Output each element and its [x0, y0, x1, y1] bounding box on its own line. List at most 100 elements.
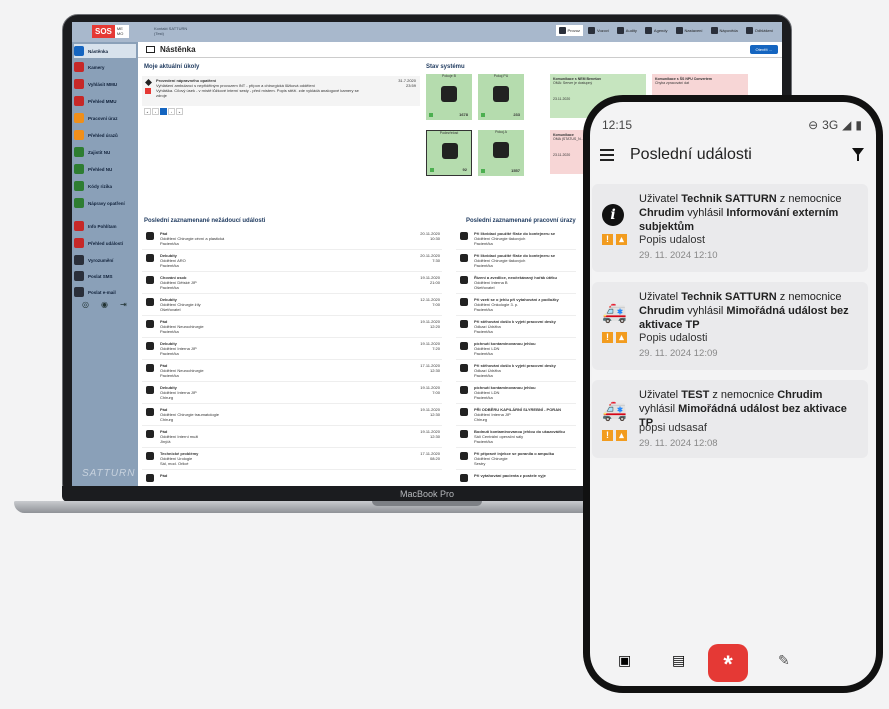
report-icon[interactable]: ▣ [618, 652, 632, 668]
sidebar-item-prehled-urazu[interactable]: Přehled úrazů [74, 128, 136, 142]
open-button[interactable]: Otevřít ... [749, 45, 778, 54]
sidebar-item-sms[interactable]: Poslat SMS [74, 269, 136, 283]
table-row[interactable]: Chování osob Oddělení Dětské JIP Pacient/k… [142, 272, 442, 294]
nav-odhlaseni[interactable]: Odhlášení [743, 25, 776, 36]
row-type: Při vytahování pacienta z postele vyje [474, 473, 546, 478]
tile-count: 92 [462, 167, 467, 172]
filter-icon[interactable] [852, 148, 864, 161]
nav-agendy[interactable]: Agendy [642, 25, 671, 36]
task-item[interactable]: Provedení nápravného opatření Vyhlášení … [142, 76, 420, 106]
sidebar-item-vyrozumeni[interactable]: Vyrozumění [74, 253, 136, 267]
card-user: Technik SATTURN [681, 291, 777, 303]
nav-provoz[interactable]: Provoz [555, 25, 583, 36]
sidebar-item-label: Pracovní úraz [88, 115, 118, 121]
tile-pokoj-a[interactable]: Pokoj A 1557 [478, 130, 524, 176]
table-row[interactable]: Řízení a zvedlice, neočekávaný hořák útě… [456, 272, 576, 294]
table-row[interactable]: Technické problémy Oddělení Urologie Sál, … [142, 448, 442, 470]
row-text: Chování osob Oddělení Dětské JIP Pacient/k… [160, 275, 197, 290]
row-state: Pacient/ka [474, 395, 493, 400]
app-title: Poslední události [630, 146, 752, 163]
tile-pokoj-pu[interactable]: Pokoj PU 233 [478, 74, 524, 120]
user-icon[interactable]: ◉ [101, 300, 108, 309]
table-row[interactable]: Pád Oddělení Neurochirurgie Pacient/ka 17.1… [142, 360, 442, 382]
compass-icon[interactable]: ◎ [82, 300, 89, 309]
nav-vozovi[interactable]: Vozovi [585, 25, 612, 36]
row-time: 12:30 [429, 412, 440, 417]
card-user: Technik SATTURN [681, 193, 777, 205]
table-row[interactable]: Při stěhování došlo k vyjetí pracovní de… [456, 360, 576, 382]
table-row[interactable]: Pád Oddělení Neurochirurgie Pacient/ka 19.1… [142, 316, 442, 338]
emergency-fab[interactable]: * [708, 644, 748, 682]
table-row[interactable]: Při likvidaci použité fľaše do kontejner… [456, 228, 576, 250]
event-type-icon [146, 430, 154, 438]
status-bar: 12:15 ⊖ 3G ◢ ▮ [590, 102, 876, 142]
table-row[interactable]: Dekubity Oddělení Chirurgie žíly Ošetřovat… [142, 294, 442, 316]
sidebar-item-pracovni-uraz[interactable]: Pracovní úraz [74, 111, 136, 125]
sidebar-item-info[interactable]: Info Pohlítam [74, 219, 136, 233]
event-card[interactable]: i ! ▴ Uživatel Technik SATTURN z nemocni… [592, 184, 868, 272]
table-row[interactable]: PŘI ODBĚRU KAPILÁRNÍ SLYREBNÍ - PORAN Odd… [456, 404, 576, 426]
menu-icon[interactable] [600, 149, 614, 161]
last-page-button[interactable]: » [176, 108, 183, 115]
user-info: Kontakt SATTURN (Test) [154, 26, 187, 36]
row-date: 12.11.2020 7:00 [420, 297, 440, 307]
tile-podezrelost[interactable]: Podezřelost 92 [426, 130, 472, 176]
row-state: Pacient/ka [474, 329, 493, 334]
edit-icon[interactable]: ✎ [778, 652, 792, 668]
event-type-icon [146, 298, 154, 306]
row-time: 21:00 [429, 280, 440, 285]
event-type-icon [146, 408, 154, 416]
table-row[interactable]: píchnutí kontaminovanou jehlou Oddělení L… [456, 338, 576, 360]
clipboard-icon[interactable]: ▤ [672, 652, 686, 668]
task-date: 31.7.2020 23:59 [398, 78, 416, 88]
event-type-icon [460, 276, 468, 284]
table-row[interactable]: Dekubity Oddělení ARO Pacient/ka 20.11.2020… [142, 250, 442, 272]
nav-audity[interactable]: Audity [614, 25, 640, 36]
sidebar-item-zajistit-nu[interactable]: Zajistit NU [74, 145, 136, 159]
table-row[interactable]: Dekubity Oddělení Interna JIP Pacient/ka 19… [142, 338, 442, 360]
table-row[interactable]: Při likvidaci použité fľaše do kontejner… [456, 250, 576, 272]
sidebar-item-email[interactable]: Poslat e-mail [74, 285, 136, 299]
table-row[interactable]: Pád Oddělení Chirurgie cévní a plastická P… [142, 228, 442, 250]
first-page-button[interactable]: « [144, 108, 151, 115]
prev-page-button[interactable]: ‹ [152, 108, 159, 115]
page-1-button[interactable] [160, 108, 167, 115]
gear-icon [675, 27, 683, 34]
sidebar-item-prehled-nu[interactable]: Přehled NU [74, 162, 136, 176]
sidebar-item-prehled-mmu[interactable]: Přehled MMU [74, 94, 136, 108]
table-row[interactable]: Při stěhování došlo k vyjetí pracovní de… [456, 316, 576, 338]
sidebar-item-kamery[interactable]: Kamery [74, 60, 136, 74]
tile-pokoje-b[interactable]: Pokoje B 1678 [426, 74, 472, 120]
nav-nastaveni[interactable]: Nastavení [673, 25, 706, 36]
event-type-icon [460, 254, 468, 262]
next-page-button[interactable]: › [168, 108, 175, 115]
row-text: Řízení a zvedlice, neočekávaný hořák útě… [474, 275, 557, 290]
table-row[interactable]: Při vzetí se o jehlu při vytahování z po… [456, 294, 576, 316]
table-row[interactable]: píchnutí kontaminovanou jehlou Oddělení L… [456, 382, 576, 404]
sidebar-item-vyhlasit-mmu[interactable]: Vyhlásit MMU [74, 77, 136, 91]
table-row[interactable]: Pád Oddělení Chirurgie traumatologie Chiru… [142, 404, 442, 426]
event-card[interactable]: 🚑 ! ▴ Uživatel Technik SATTURN z nemocni… [592, 282, 868, 370]
app-logo[interactable]: SOS ME MO [92, 25, 129, 38]
card-hospital: Chrudim [639, 207, 685, 219]
sidebar-item-prehled-udalosti[interactable]: Přehled událostí [74, 236, 136, 250]
event-type-icon [146, 364, 154, 372]
nav-label: Odhlášení [754, 28, 773, 33]
nav-napoveda[interactable]: Nápověda [708, 25, 741, 36]
notice-text: OMA: Server je dostupný [553, 81, 593, 85]
row-time: 10:30 [429, 236, 440, 241]
table-row[interactable]: Dekubity Oddělení Interna JIP Chirurg 19.11… [142, 382, 442, 404]
row-text: Dekubity Oddělení ARO Pacient/ka [160, 253, 186, 268]
sidebar-item-label: Poslat SMS [88, 273, 113, 279]
event-card[interactable]: 🚑 ! ▴ Uživatel TEST z nemocnice Chrudim … [592, 380, 868, 458]
table-row[interactable]: Bodnutí kontaminovanou jehlou do ukazová… [456, 426, 576, 448]
sidebar-item-kody-rizika[interactable]: Kódy rizika [74, 179, 136, 193]
table-row[interactable]: Při přípravě injekce se poranila o ampul… [456, 448, 576, 470]
warning-icon [145, 79, 152, 86]
event-type-icon [460, 452, 468, 460]
logout-icon[interactable]: ⇥ [120, 300, 127, 309]
sidebar-item-nastenka[interactable]: Nástěnka [74, 44, 136, 58]
card-mid: vyhlásil [684, 305, 727, 317]
sidebar-item-napravy[interactable]: Nápravy opatření [74, 196, 136, 210]
table-row[interactable]: Pád Oddělení Interní muži Jiný/á 19.11.2020… [142, 426, 442, 448]
